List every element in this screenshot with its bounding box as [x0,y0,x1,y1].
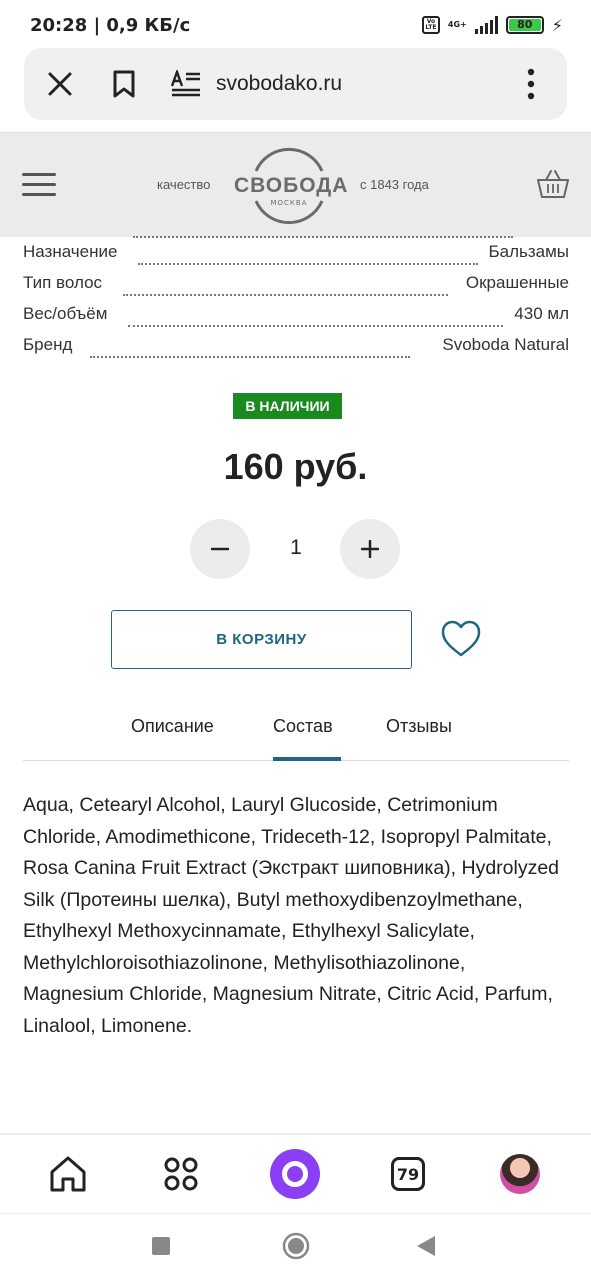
product-specs: Назначение Бальзамы Тип волос Окрашенные… [23,236,569,362]
logo-text: СВОБОДА [234,174,349,197]
more-vert-icon [527,68,535,100]
tabs-count: 79 [391,1157,425,1191]
network-type: 4G+ [447,20,467,29]
profile-button[interactable] [498,1152,542,1196]
spec-value: Бальзамы [484,242,569,262]
header-tagline-right: с 1843 года [360,177,429,192]
add-to-cart-button[interactable]: В КОРЗИНУ [111,610,412,669]
divider [138,263,478,265]
divider [90,356,410,358]
divider [128,325,503,327]
browser-menu-button[interactable] [511,64,551,104]
close-icon [48,72,72,96]
tabs-switcher-button[interactable]: 79 [386,1152,430,1196]
charging-icon: ⚡ [551,15,563,35]
grid-icon [164,1157,198,1191]
battery-level: 80 [508,19,541,31]
minus-icon [211,547,229,551]
product-tabs: Описание Состав Отзывы [23,710,569,761]
url-text[interactable]: svobodako.ru [216,72,511,96]
spec-row: Вес/объём 430 мл [23,300,569,331]
volte-icon: Vo LTE [421,16,440,34]
status-time: 20:28 | 0,9 КБ/с [30,14,191,36]
bookmark-icon [113,70,135,98]
quantity-decrease-button[interactable] [190,519,250,579]
tab-description[interactable]: Описание [131,716,214,737]
favorite-heart-icon[interactable] [441,620,481,658]
header-tagline-left: качество [157,177,211,192]
alice-icon [270,1149,320,1199]
active-tab-indicator [273,757,341,761]
services-button[interactable] [159,1152,203,1196]
hamburger-menu-icon[interactable] [22,173,56,197]
tab-composition[interactable]: Состав [273,716,333,737]
composition-text: Aqua, Cetearyl Alcohol, Lauryl Glucoside… [23,794,560,1037]
plus-icon [361,540,379,558]
spec-label: Назначение [23,242,122,262]
logo-subtext: МОСКВА [270,199,308,207]
spec-value: Окрашенные [461,273,569,293]
browser-url-bar: svobodako.ru [24,48,567,120]
product-price: 160 руб. [223,446,368,487]
tab-reviews[interactable]: Отзывы [386,716,452,737]
alice-assistant-button[interactable] [270,1149,320,1199]
reader-mode-icon [171,70,200,97]
system-nav-bar [0,1213,591,1280]
close-tab-button[interactable] [40,64,80,104]
bookmark-button[interactable] [104,64,144,104]
avatar [500,1154,540,1194]
divider [123,294,448,296]
spec-row: Назначение Бальзамы [23,238,569,269]
recents-icon[interactable] [151,1236,171,1256]
site-header: качество СВОБОДА МОСКВА с 1843 года [0,132,591,237]
home-button[interactable] [46,1152,90,1196]
status-bar: 20:28 | 0,9 КБ/с Vo LTE 4G+ 80 ⚡ [0,0,591,50]
reader-mode-button[interactable] [166,64,206,104]
signal-icon [474,16,498,34]
home-icon [50,1156,86,1192]
quantity-increase-button[interactable] [340,519,400,579]
browser-bottom-nav: 79 [0,1133,591,1213]
spec-label: Бренд [23,335,77,355]
quantity-value[interactable]: 1 [266,536,326,560]
battery-icon: 80 [505,16,544,34]
spec-label: Тип волос [23,273,107,293]
spec-row: Тип волос Окрашенные [23,269,569,300]
spec-value: Svoboda Natural [438,335,569,355]
availability-badge: В НАЛИЧИИ [233,393,342,419]
spec-label: Вес/объём [23,304,112,324]
back-icon[interactable] [416,1235,436,1257]
spec-row: Бренд Svoboda Natural [23,331,569,362]
basket-icon[interactable] [536,169,570,199]
site-logo[interactable]: СВОБОДА МОСКВА [234,145,349,225]
spec-value: 430 мл [510,304,569,324]
status-icons: Vo LTE 4G+ 80 ⚡ [421,15,563,35]
home-circle-icon[interactable] [282,1232,310,1260]
